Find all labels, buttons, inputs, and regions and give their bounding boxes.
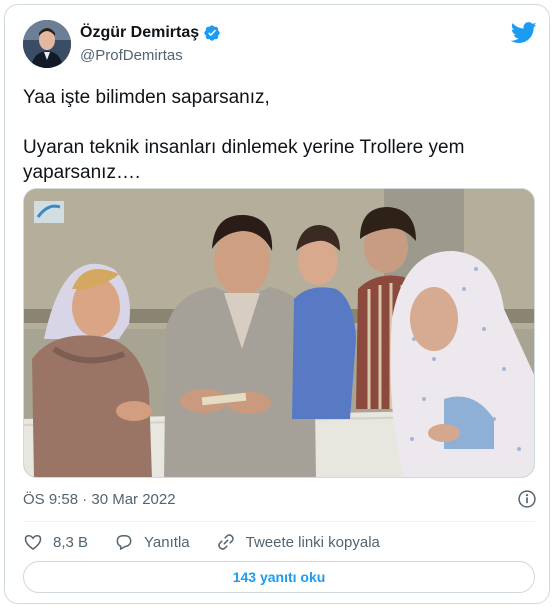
channel-logo-icon (34, 201, 64, 223)
reply-button[interactable]: Yanıtla (114, 532, 190, 552)
author-name-row[interactable]: Özgür Demirtaş (80, 24, 221, 42)
reply-icon (116, 535, 132, 550)
avatar[interactable] (23, 20, 71, 68)
avatar-image (23, 20, 71, 68)
like-button[interactable]: 8,3 B (23, 532, 88, 552)
author-handle[interactable]: @ProfDemirtas (80, 47, 183, 64)
tweet-timestamp[interactable]: ÖS 9:58 · 30 Mar 2022 (23, 491, 176, 508)
heart-icon (24, 534, 42, 551)
link-icon (217, 534, 234, 550)
copy-link-button[interactable]: Tweete linki kopyala (216, 532, 380, 552)
info-icon[interactable] (517, 489, 537, 509)
tweet-line: Uyaran teknik insanları dinlemek yerine … (23, 137, 465, 158)
copy-link-label: Tweete linki kopyala (245, 533, 380, 551)
verified-badge-icon (204, 25, 220, 41)
twitter-bird-icon[interactable] (511, 22, 537, 44)
divider (23, 521, 535, 522)
tweet-media-photo[interactable] (23, 188, 535, 478)
display-name[interactable]: Özgür Demirtaş (80, 24, 199, 42)
like-count: 8,3 B (53, 533, 89, 551)
tweet-card: Özgür Demirtaş @ProfDemirtas Yaa işte bi… (4, 4, 550, 604)
tweet-actions: 8,3 B Yanıtla Tweete linki kopyala (23, 529, 406, 555)
film-still-image (24, 189, 534, 477)
reply-label: Yanıtla (144, 533, 190, 551)
tweet-text: Yaa işte bilimden saparsanız, Uyaran tek… (23, 85, 533, 185)
tweet-line: Yaa işte bilimden saparsanız, (23, 87, 270, 108)
tweet-line: yaparsanız…. (23, 162, 141, 183)
read-replies-button[interactable]: 143 yanıtı oku (23, 561, 535, 593)
